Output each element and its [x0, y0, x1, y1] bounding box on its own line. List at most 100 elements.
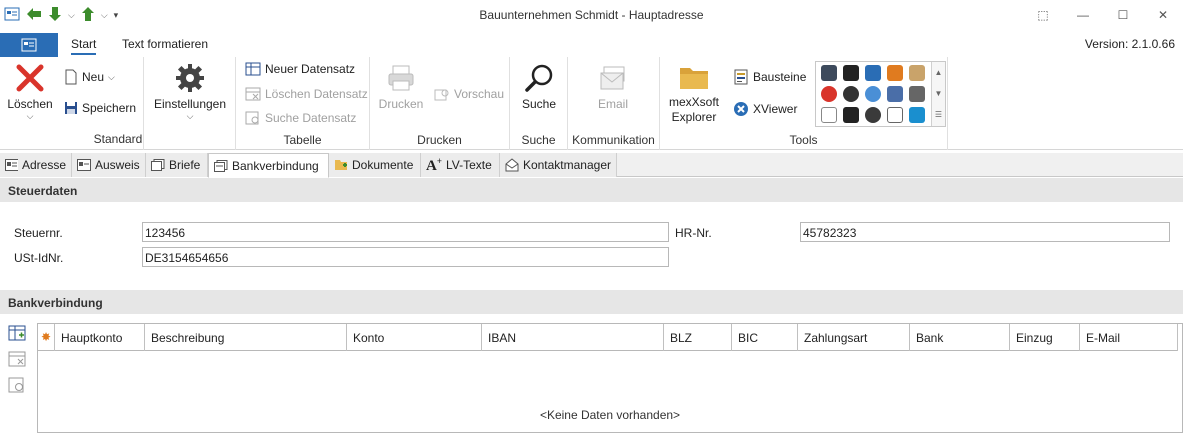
scroll-up-icon[interactable]: ▲ — [932, 62, 945, 83]
column-header[interactable]: Beschreibung — [145, 324, 347, 351]
tab-briefe[interactable]: Briefe — [146, 153, 208, 177]
column-header[interactable]: Hauptkonto — [55, 324, 145, 351]
gallery-tool-icon[interactable] — [865, 107, 881, 123]
group-label-communication: Kommunikation — [572, 133, 655, 147]
building-blocks-button[interactable]: Bausteine — [733, 69, 806, 85]
preview-button[interactable]: Vorschau — [434, 87, 504, 101]
label-hrnr: HR-Nr. — [675, 226, 712, 240]
column-header[interactable]: E-Mail — [1080, 324, 1178, 351]
grid-toolbar — [8, 325, 30, 403]
gallery-tool-icon[interactable] — [843, 65, 859, 81]
scroll-down-icon[interactable]: ▼ — [932, 83, 945, 104]
column-header[interactable]: BIC — [732, 324, 798, 351]
close-button[interactable]: ✕ — [1143, 0, 1183, 30]
letters-icon — [151, 159, 165, 171]
gallery-tool-icon[interactable] — [909, 107, 925, 123]
search-record-button[interactable]: Suche Datensatz — [245, 111, 356, 125]
section-header-steuerdaten: Steuerdaten — [0, 178, 1183, 202]
email-button[interactable]: Email — [588, 63, 638, 111]
gallery-tool-icon[interactable] — [843, 107, 859, 123]
gallery-tool-icon[interactable] — [865, 86, 881, 102]
label-steuernr: Steuernr. — [14, 226, 63, 240]
tab-adresse[interactable]: Adresse — [0, 153, 72, 177]
group-label-tools: Tools — [789, 133, 818, 147]
search-icon — [525, 64, 553, 92]
id-card-icon — [77, 159, 91, 171]
tab-start[interactable]: Start — [71, 37, 97, 55]
column-header[interactable]: IBAN — [482, 324, 664, 351]
gallery-expand-icon[interactable]: ☰ — [932, 104, 945, 125]
label-ustid: USt-IdNr. — [14, 251, 64, 265]
delete-button[interactable]: Löschen ⌵ — [6, 63, 54, 122]
file-menu-icon — [21, 38, 37, 52]
column-header[interactable]: Zahlungsart — [798, 324, 910, 351]
new-document-icon — [65, 69, 77, 85]
column-header[interactable]: Konto — [347, 324, 482, 351]
gallery-tool-icon[interactable] — [887, 107, 903, 123]
printer-icon — [388, 65, 414, 91]
maximize-button[interactable]: ☐ — [1103, 0, 1143, 30]
tab-dokumente[interactable]: Dokumente — [329, 153, 421, 177]
settings-button[interactable]: Einstellungen ⌵ — [152, 63, 228, 122]
contact-envelope-icon — [505, 158, 519, 172]
tab-text-format[interactable]: Text formatieren — [122, 37, 208, 51]
file-tab[interactable] — [0, 33, 58, 57]
search-row-icon[interactable] — [8, 377, 26, 395]
minimize-button[interactable]: — — [1063, 0, 1103, 30]
ribbon-tabs: Start Text formatieren Version: 2.1.0.66 — [0, 33, 1183, 57]
title-bar: ⌵ ⌵ ▾ Bauunternehmen Schmidt - Hauptadre… — [0, 0, 1183, 30]
group-label-table: Tabelle — [283, 133, 322, 147]
tab-ausweis[interactable]: Ausweis — [72, 153, 146, 177]
group-label-print: Drucken — [417, 133, 462, 147]
delete-x-icon — [16, 64, 44, 92]
gallery-tool-icon[interactable] — [843, 86, 859, 102]
empty-grid-message: <Keine Daten vorhanden> — [539, 408, 681, 422]
ustid-field[interactable]: DE3154654656 — [142, 247, 669, 267]
xviewer-button[interactable]: XViewer — [733, 101, 797, 117]
gear-icon — [176, 64, 204, 92]
version-label: Version: 2.1.0.66 — [1084, 37, 1175, 51]
mexxsoft-explorer-button[interactable]: mexXsoft Explorer — [666, 63, 722, 125]
hrnr-field[interactable]: 45782323 — [800, 222, 1170, 242]
gallery-scrollbar[interactable]: ▲ ▼ ☰ — [931, 62, 945, 126]
gallery-tool-icon[interactable] — [909, 86, 925, 102]
save-button[interactable]: Speichern — [64, 101, 136, 115]
column-header[interactable]: BLZ — [664, 324, 732, 351]
gallery-tool-icon[interactable] — [887, 86, 903, 102]
focus-mode-icon[interactable]: ⬚ — [1023, 0, 1063, 30]
new-record-icon — [245, 62, 261, 76]
column-header[interactable]: Bank — [910, 324, 1010, 351]
grid-header: ✸ Hauptkonto Beschreibung Konto IBAN BLZ… — [38, 324, 1178, 351]
new-button[interactable]: Neu ⌵ — [64, 69, 115, 85]
new-row-marker-icon: ✸ — [38, 324, 55, 351]
delete-row-icon[interactable] — [8, 351, 26, 369]
delete-record-button[interactable]: Löschen Datensatz — [245, 87, 368, 101]
address-card-icon — [5, 159, 18, 171]
chevron-down-icon: ⌵ — [108, 71, 115, 82]
group-communication: Email Kommunikation — [568, 57, 660, 150]
search-button[interactable]: Suche — [514, 63, 564, 111]
new-record-button[interactable]: Neuer Datensatz — [245, 62, 355, 76]
mail-icon — [600, 66, 625, 90]
star-icon[interactable] — [821, 107, 837, 123]
new-row-icon[interactable] — [8, 325, 26, 343]
print-button[interactable]: Drucken — [376, 63, 426, 111]
section-header-bankverbindung: Bankverbindung — [0, 290, 1183, 314]
group-table: Neuer Datensatz Löschen Datensatz Suche … — [236, 57, 370, 150]
bank-grid: ✸ Hauptkonto Beschreibung Konto IBAN BLZ… — [37, 323, 1183, 433]
column-header[interactable]: Einzug — [1010, 324, 1080, 351]
tab-lv-texte[interactable]: A+ LV-Texte — [421, 153, 500, 177]
document-tabs: Adresse Ausweis Briefe Bankverbindung Do… — [0, 153, 1183, 178]
tab-kontaktmanager[interactable]: Kontaktmanager — [500, 153, 617, 177]
tab-bankverbindung[interactable]: Bankverbindung — [208, 153, 329, 178]
group-print: Drucken Vorschau Drucken — [370, 57, 510, 150]
gallery-tool-icon[interactable] — [909, 65, 925, 81]
preview-icon — [434, 89, 449, 101]
steuernr-field[interactable]: 123456 — [142, 222, 669, 242]
gallery-tool-icon[interactable] — [865, 65, 881, 81]
gallery-tool-icon[interactable] — [821, 65, 837, 81]
gallery-tool-icon[interactable] — [887, 65, 903, 81]
ribbon: Löschen ⌵ Neu ⌵ Speichern Einstellungen … — [0, 57, 1183, 150]
group-label-standard: Standard — [93, 132, 143, 146]
gallery-tool-icon[interactable] — [821, 86, 837, 102]
